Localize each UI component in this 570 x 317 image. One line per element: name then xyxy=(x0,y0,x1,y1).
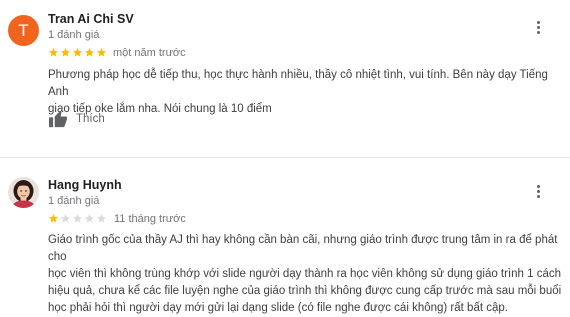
review-text-line: học viên thì không trùng khớp với slide … xyxy=(48,268,562,280)
avatar-letter: T xyxy=(18,20,29,40)
star-filled-icon xyxy=(84,47,95,57)
review-text-line: học phải hỏi thì người dạy mới gửi lại d… xyxy=(48,302,508,314)
review-card: Hang Huynh 1 đánh giá 11 tháng trước Giá… xyxy=(0,159,570,314)
review-time: 11 tháng trước xyxy=(114,213,186,225)
review-text-line: hiệu quả, chưa kể các file luyện nghe củ… xyxy=(48,285,562,297)
divider xyxy=(0,157,570,158)
review-text-line: Giáo trình gốc của thầy AJ thì hay không… xyxy=(48,234,558,263)
more-vert-icon-dot xyxy=(536,20,540,24)
star-filled-icon xyxy=(60,47,71,57)
star-empty-icon xyxy=(72,213,83,223)
review-count: 1 đánh giá xyxy=(48,195,100,207)
star-filled-icon xyxy=(96,47,107,57)
star-rating xyxy=(48,47,107,59)
star-filled-icon xyxy=(72,47,83,57)
review-time: một năm trước xyxy=(113,47,186,59)
review-text-line: giao tiếp oke lắm nha. Nói chung là 10 đ… xyxy=(48,103,272,115)
star-filled-icon xyxy=(48,213,59,223)
review-text: Giáo trình gốc của thầy AJ thì hay không… xyxy=(48,232,564,317)
thumbs-up-icon xyxy=(49,110,67,128)
reviewer-name[interactable]: Hang Huynh xyxy=(48,178,122,192)
star-rating xyxy=(48,213,107,225)
user-photo-avatar-icon xyxy=(8,177,39,208)
avatar[interactable]: T xyxy=(8,15,39,46)
more-vert-icon-dot xyxy=(536,194,540,198)
more-options-button[interactable] xyxy=(528,181,548,201)
star-empty-icon xyxy=(96,213,107,223)
avatar[interactable] xyxy=(8,177,39,208)
more-vert-icon-dot xyxy=(536,189,540,193)
more-vert-icon-dot xyxy=(536,30,540,34)
star-filled-icon xyxy=(48,47,59,57)
review-count: 1 đánh giá xyxy=(48,29,100,41)
star-empty-icon xyxy=(84,213,95,223)
review-text-line: Phương pháp học dễ tiếp thu, học thực hà… xyxy=(48,69,548,98)
reviewer-name[interactable]: Tran Ai Chi SV xyxy=(48,12,134,26)
review-text: Phương pháp học dễ tiếp thu, học thực hà… xyxy=(48,67,564,118)
more-vert-icon-dot xyxy=(536,25,540,29)
like-button[interactable]: Thích xyxy=(48,110,105,128)
more-vert-icon-dot xyxy=(536,184,540,188)
review-card: T Tran Ai Chi SV 1 đánh giá một năm trướ… xyxy=(0,0,570,158)
more-options-button[interactable] xyxy=(528,17,548,37)
star-empty-icon xyxy=(60,213,71,223)
like-label: Thích xyxy=(76,113,105,125)
